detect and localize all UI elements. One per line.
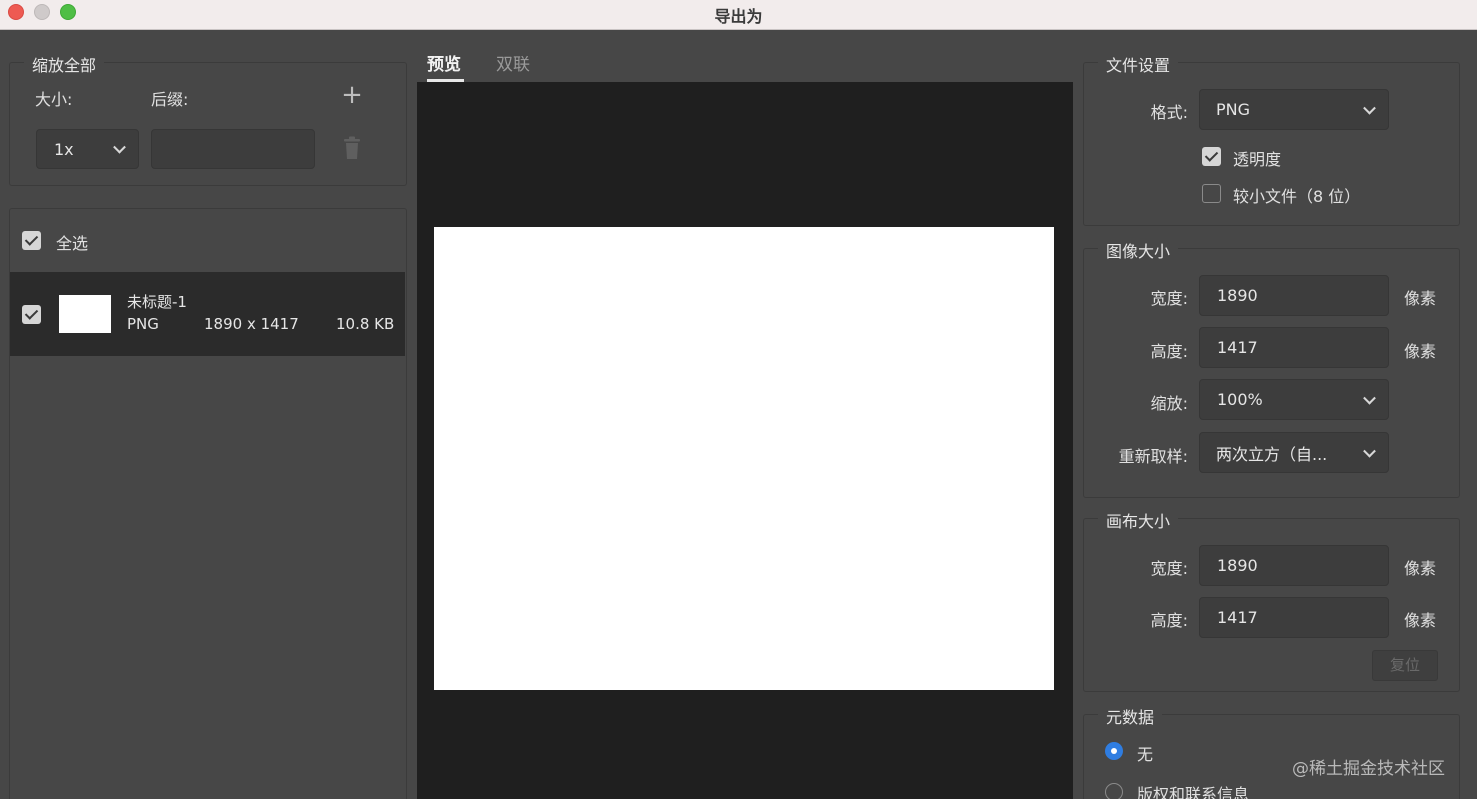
asset-name: 未标题-1 [127,293,187,311]
size-label: 大小: [35,90,73,109]
canvas-height-value: 1417 [1217,608,1258,627]
suffix-label: 后缀: [151,90,189,109]
size-select-value: 1x [54,139,74,159]
image-width-input[interactable]: 1890 [1199,275,1389,316]
canvas-height-label: 高度: [1150,611,1188,630]
watermark-text: @稀土掘金技术社区 [1292,759,1445,779]
metadata-legend: 元数据 [1098,704,1163,728]
format-select-value: PNG [1216,100,1251,119]
asset-row[interactable]: 未标题-1 PNG 1890 x 1417 10.8 KB [10,272,405,356]
canvas-size-legend: 画布大小 [1098,508,1179,532]
smaller-file-checkbox[interactable] [1202,184,1221,203]
resample-label: 重新取样: [1118,447,1188,466]
file-settings-legend: 文件设置 [1098,52,1179,76]
transparency-checkbox[interactable] [1202,147,1221,166]
trash-icon [344,136,360,159]
format-label: 格式: [1150,103,1188,122]
canvas-height-input[interactable]: 1417 [1199,597,1389,638]
tab-two-up[interactable]: 双联 [496,50,530,75]
asset-size: 10.8 KB [336,315,395,333]
canvas-width-unit: 像素 [1404,559,1437,578]
resample-select-value: 两次立方（自... [1216,444,1328,464]
preview-area[interactable] [417,82,1073,799]
scale-label: 缩放: [1150,394,1188,413]
canvas-height-unit: 像素 [1404,611,1437,630]
metadata-option-copyright-label: 版权和联系信息 [1137,785,1250,799]
metadata-option-none-radio[interactable] [1105,742,1123,760]
tab-two-up-label: 双联 [496,55,530,75]
scale-select-value: 100% [1217,390,1263,409]
reset-button-label: 复位 [1389,656,1420,674]
select-all-label: 全选 [56,234,89,253]
chevron-down-icon [113,140,126,154]
select-all-checkbox[interactable] [22,231,41,250]
metadata-option-copyright-radio[interactable] [1105,783,1123,799]
image-height-unit: 像素 [1404,342,1437,361]
size-select[interactable]: 1x [36,129,139,169]
tab-preview-label: 预览 [427,55,461,75]
title-bar: 导出为 [0,0,1477,30]
radio-dot-icon [1111,748,1117,754]
image-width-value: 1890 [1217,286,1258,305]
asset-dimensions: 1890 x 1417 [204,315,299,333]
tab-preview[interactable]: 预览 [427,50,464,82]
preview-canvas [434,227,1054,690]
delete-scale-button[interactable] [340,135,364,161]
window-title: 导出为 [714,7,763,26]
add-scale-button[interactable]: + [340,82,364,108]
asset-thumbnail [59,295,111,333]
scale-all-legend: 缩放全部 [24,52,105,76]
transparency-label: 透明度 [1233,150,1282,169]
canvas-width-input[interactable]: 1890 [1199,545,1389,586]
canvas-width-value: 1890 [1217,556,1258,575]
asset-format: PNG [127,315,159,333]
resample-select[interactable]: 两次立方（自... [1199,432,1389,473]
image-width-label: 宽度: [1150,289,1188,308]
chevron-down-icon [1363,444,1376,458]
reset-button[interactable]: 复位 [1372,650,1438,681]
metadata-option-none-label: 无 [1137,745,1154,764]
canvas-width-label: 宽度: [1150,559,1188,578]
image-height-input[interactable]: 1417 [1199,327,1389,368]
smaller-file-label: 较小文件（8 位） [1233,187,1361,206]
format-select[interactable]: PNG [1199,89,1389,130]
suffix-input[interactable] [151,129,315,169]
image-size-legend: 图像大小 [1098,238,1179,262]
scale-select[interactable]: 100% [1199,379,1389,420]
chevron-down-icon [1363,101,1376,115]
image-height-value: 1417 [1217,338,1258,357]
image-height-label: 高度: [1150,342,1188,361]
plus-icon: + [341,80,363,110]
image-width-unit: 像素 [1404,289,1437,308]
asset-checkbox[interactable] [22,305,41,324]
chevron-down-icon [1363,391,1376,405]
